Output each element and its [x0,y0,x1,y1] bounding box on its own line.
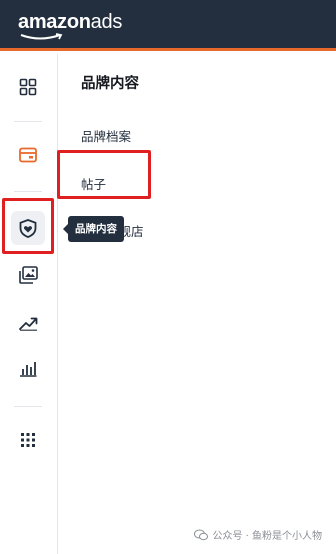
panel-title: 品牌内容 [81,76,139,92]
dashboard-icon [19,78,37,96]
brand-shield-icon [19,218,37,238]
bar-chart-icon [20,362,37,377]
amazon-ads-logo[interactable]: amazonads [18,11,122,40]
trend-chart-icon [18,317,37,331]
rail-divider [14,406,42,407]
rail-divider [14,121,42,122]
top-bar: amazonads [0,0,336,51]
rail-item-media[interactable] [11,258,45,292]
campaign-card-icon [19,147,37,163]
nav-item-posts[interactable]: 帖子 [81,174,106,193]
rail-item-campaigns[interactable] [11,138,45,172]
brand-content-panel: 品牌内容 品牌档案 帖子 品牌旗舰店 [59,54,336,554]
wechat-icon [194,529,209,540]
rail-tooltip: 品牌内容 [63,216,124,242]
rail-item-brand-content[interactable] [11,211,45,245]
rail-item-trends[interactable] [11,306,45,340]
watermark: 公众号 · 鱼粉是个小人物 [194,527,322,542]
rail-divider [14,191,42,192]
rail-item-reports[interactable] [11,352,45,386]
rail-item-more-apps[interactable] [11,423,45,457]
nav-item-brand-profile[interactable]: 品牌档案 [81,126,131,145]
apps-grid-icon [21,433,35,447]
nav-rail [0,54,58,554]
rail-item-dashboard[interactable] [11,70,45,104]
watermark-text: 公众号 · 鱼粉是个小人物 [212,531,322,542]
smile-arrow-icon [20,33,63,40]
media-library-icon [18,266,38,284]
